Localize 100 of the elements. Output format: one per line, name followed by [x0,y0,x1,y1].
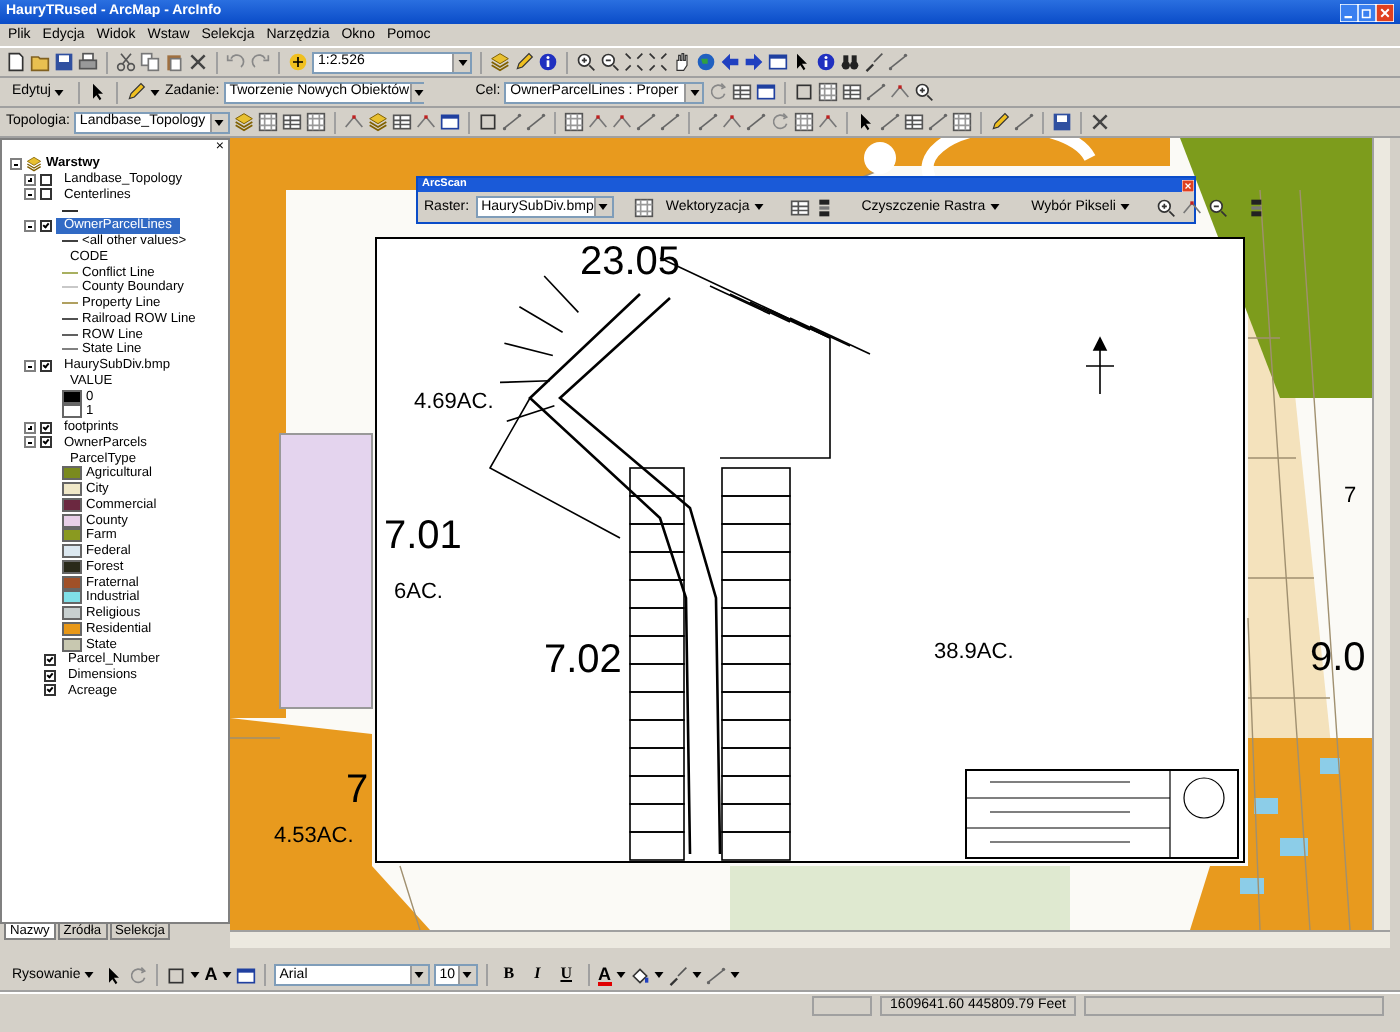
save-icon[interactable] [1051,112,1072,132]
caret-icon[interactable] [190,972,201,978]
plus-icon[interactable] [288,52,308,72]
window-icon[interactable] [756,82,777,102]
four-arrows-icon[interactable] [624,52,644,72]
line-icon[interactable] [927,112,948,132]
vertex-icon[interactable] [721,112,742,132]
vertex-icon[interactable] [611,112,632,132]
table-icon[interactable] [281,112,302,132]
expand-toggle[interactable] [24,436,36,449]
line-icon[interactable] [635,112,656,132]
caret-icon[interactable] [729,972,739,978]
grid-icon[interactable] [257,112,278,132]
expand-toggle[interactable] [10,157,22,170]
close-icon[interactable] [1182,179,1194,191]
layer-checkbox[interactable] [44,653,56,666]
rectangle-icon[interactable] [477,112,498,132]
save-icon[interactable] [54,52,74,72]
binoculars-icon[interactable] [840,52,860,72]
caret-icon[interactable] [462,972,473,978]
grid-icon[interactable] [951,112,972,132]
window-icon[interactable] [439,112,460,132]
line-icon[interactable] [879,112,900,132]
caret-icon[interactable] [414,89,425,95]
line-icon[interactable] [866,82,887,102]
layer-checkbox[interactable] [40,436,52,449]
caret-icon[interactable] [615,972,625,978]
text-style-button[interactable]: U [552,966,580,984]
caret-icon[interactable] [221,972,232,978]
table-icon[interactable] [789,197,810,217]
vertex-icon[interactable] [817,112,838,132]
clipboard-icon[interactable] [164,52,184,72]
fill-bucket-icon[interactable] [629,965,649,985]
caret-icon[interactable] [84,972,95,978]
caret-icon[interactable] [150,89,161,95]
copy-icon[interactable] [140,52,160,72]
line-icon[interactable] [501,112,522,132]
zoom-in-icon[interactable] [914,82,935,102]
vertex-icon[interactable] [343,112,364,132]
scissors-icon[interactable] [116,52,136,72]
caret-icon[interactable] [414,972,425,978]
caret-icon[interactable] [753,204,764,210]
delete-icon[interactable] [1089,112,1110,132]
brush-icon[interactable] [864,52,884,72]
folder-icon[interactable] [30,52,50,72]
zoom-in-icon[interactable] [576,52,596,72]
line-icon[interactable] [697,112,718,132]
horizontal-scrollbar[interactable] [230,930,1390,948]
layer-checkbox[interactable] [40,421,52,434]
vertex-icon[interactable] [1181,197,1202,217]
four-arrows-icon[interactable] [648,52,668,72]
window-icon[interactable] [768,52,788,72]
caret-icon[interactable] [689,89,700,95]
info-icon[interactable] [816,52,836,72]
table-icon[interactable] [732,82,753,102]
layer-checkbox[interactable] [40,188,52,201]
expand-toggle[interactable] [24,173,36,186]
table-icon[interactable] [903,112,924,132]
grid-icon[interactable] [305,112,326,132]
arrow-left-icon[interactable] [720,52,740,72]
text-style-button[interactable]: B [495,966,523,984]
rectangle-icon[interactable] [794,82,815,102]
table-icon[interactable] [391,112,412,132]
expand-toggle[interactable] [24,188,36,201]
pointer-icon[interactable] [792,52,812,72]
line-icon[interactable] [1013,112,1034,132]
pointer-icon[interactable] [104,965,125,985]
expand-toggle[interactable] [24,219,36,232]
expand-toggle[interactable] [24,421,36,434]
layers-icon[interactable] [490,52,510,72]
text-style-button[interactable]: I [526,966,549,984]
layers-icon[interactable] [367,112,388,132]
vertical-scrollbar[interactable] [1372,138,1390,930]
pointer-icon[interactable] [855,112,876,132]
zoom-out-icon[interactable] [600,52,620,72]
zoom-out-icon[interactable] [1207,197,1228,217]
globe-icon[interactable] [696,52,716,72]
pencil-icon[interactable] [514,52,534,72]
caret-icon[interactable] [691,972,701,978]
delete-icon[interactable] [188,52,208,72]
grid-icon[interactable] [818,82,839,102]
layer-checkbox[interactable] [44,684,56,697]
brush-icon[interactable] [667,965,687,985]
close-icon[interactable] [1376,3,1394,21]
expand-toggle[interactable] [24,359,36,372]
hand-icon[interactable] [672,52,692,72]
grid-icon[interactable] [563,112,584,132]
caret-icon[interactable] [457,59,467,65]
caret-icon[interactable] [214,119,225,125]
layer-checkbox[interactable] [40,359,52,372]
line-icon[interactable] [745,112,766,132]
layer-checkbox[interactable] [40,219,52,232]
grid-icon[interactable] [633,197,654,217]
line-icon[interactable] [705,965,725,985]
arrow-right-icon[interactable] [744,52,764,72]
printer-icon[interactable] [78,52,98,72]
pointer-icon[interactable] [88,82,109,102]
layers-icon[interactable] [233,112,254,132]
restore-icon[interactable] [1358,3,1376,21]
caret-icon[interactable] [54,89,65,95]
